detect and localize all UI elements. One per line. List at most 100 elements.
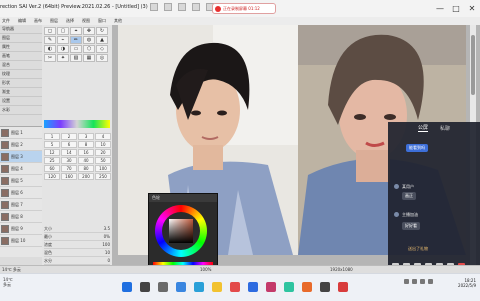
brush-size-button[interactable]: 20	[95, 149, 111, 156]
menu-layer[interactable]: 图层	[50, 18, 58, 24]
tool-button[interactable]: ✦	[57, 54, 69, 62]
brush-size-button[interactable]: 50	[95, 157, 111, 164]
brush-size-button[interactable]: 10	[95, 141, 111, 148]
chat-app-icon[interactable]	[284, 282, 294, 292]
scroll-thumb[interactable]	[471, 35, 475, 95]
tool-button[interactable]: ◎	[96, 54, 108, 62]
panel-row[interactable]: 设置	[0, 97, 42, 106]
brush-size-button[interactable]: 6	[61, 141, 77, 148]
menu-select[interactable]: 选择	[66, 18, 74, 24]
tool-button[interactable]: ✂	[44, 54, 56, 62]
panel-row[interactable]: 属性	[0, 43, 42, 52]
minimize-button[interactable]: —	[432, 0, 448, 17]
brush-size-button[interactable]: 120	[44, 173, 60, 180]
tool-button[interactable]: ⌁	[57, 36, 69, 44]
menu-canvas[interactable]: 画布	[34, 18, 42, 24]
browser-icon[interactable]	[194, 282, 204, 292]
tool-button[interactable]: ✎	[44, 36, 56, 44]
tool-button[interactable]: ◍	[83, 36, 95, 44]
zoom-icon[interactable]	[178, 3, 186, 11]
layer-row[interactable]: 图层 2	[0, 139, 42, 151]
menu-edit[interactable]: 编辑	[18, 18, 26, 24]
layer-row[interactable]: 图层 1	[0, 127, 42, 139]
weather-widget[interactable]: 14℃ 多云	[3, 277, 33, 297]
tab-public[interactable]: 公屏	[417, 124, 428, 132]
panel-row[interactable]: 混合	[0, 61, 42, 70]
live-app-icon[interactable]	[320, 282, 330, 292]
tool-prop-row[interactable]: 最小 0%	[44, 233, 110, 241]
start-icon[interactable]	[122, 282, 132, 292]
layer-row[interactable]: 图层 6	[0, 187, 42, 199]
battery-icon[interactable]	[428, 279, 433, 284]
tool-prop-row[interactable]: 水分 0	[44, 257, 110, 265]
menu-view[interactable]: 视图	[82, 18, 90, 24]
layer-row[interactable]: 图层 8	[0, 211, 42, 223]
panel-row[interactable]: 渐变	[0, 88, 42, 97]
panel-row[interactable]: 形状	[0, 79, 42, 88]
brush-size-button[interactable]: 4	[95, 133, 111, 140]
tool-prop-row[interactable]: 混色 10	[44, 249, 110, 257]
tool-button[interactable]: ◻	[44, 27, 56, 35]
maximize-button[interactable]: □	[448, 0, 464, 17]
tool-button[interactable]: ✥	[83, 27, 95, 35]
brush-size-button[interactable]: 14	[61, 149, 77, 156]
brush-size-button[interactable]: 200	[78, 173, 94, 180]
layer-row[interactable]: 图层 4	[0, 163, 42, 175]
brush-size-button[interactable]: 1	[44, 133, 60, 140]
menu-file[interactable]: 文件	[2, 18, 10, 24]
volume-icon[interactable]	[420, 279, 425, 284]
tool-prop-row[interactable]: 浓度 100	[44, 241, 110, 249]
brush-size-button[interactable]: 30	[61, 157, 77, 164]
folder-icon[interactable]	[212, 282, 222, 292]
tool-button[interactable]: ▦	[83, 54, 95, 62]
brush-size-button[interactable]: 12	[44, 149, 60, 156]
tab-private[interactable]: 私聊	[440, 125, 450, 132]
chevron-up-icon[interactable]	[404, 279, 409, 284]
wifi-icon[interactable]	[412, 279, 417, 284]
recording-indicator[interactable]: 正在录制屏幕 01:12	[212, 3, 276, 14]
tool-prop-row[interactable]: 大小 3.5	[44, 225, 110, 233]
sai-icon[interactable]	[266, 282, 276, 292]
layer-row[interactable]: 图层 9	[0, 223, 42, 235]
recorder-icon[interactable]	[302, 282, 312, 292]
layer-row[interactable]: 图层 3	[0, 151, 42, 163]
undo-icon[interactable]	[150, 3, 158, 11]
brush-size-button[interactable]: 40	[78, 157, 94, 164]
app-icon[interactable]	[230, 282, 240, 292]
tool-button[interactable]: ↻	[96, 27, 108, 35]
layer-row[interactable]: 图层 10	[0, 235, 42, 247]
saturation-value-square[interactable]	[169, 219, 193, 243]
tool-button[interactable]: ✏	[70, 36, 82, 44]
panel-row[interactable]: 纹理	[0, 70, 42, 79]
menu-other[interactable]: 其他	[114, 18, 122, 24]
brush-size-button[interactable]: 100	[95, 165, 111, 172]
tool-button[interactable]: ▲	[96, 36, 108, 44]
brush-size-button[interactable]: 2	[61, 133, 77, 140]
brush-size-button[interactable]: 80	[78, 165, 94, 172]
store-icon[interactable]	[248, 282, 258, 292]
brush-size-button[interactable]: 16	[78, 149, 94, 156]
color-swatch-bar[interactable]	[44, 120, 110, 128]
layer-row[interactable]: 图层 7	[0, 199, 42, 211]
clock[interactable]: 18:21 2022/5/9	[446, 278, 476, 288]
rotate-icon[interactable]	[192, 3, 200, 11]
close-button[interactable]: ✕	[464, 0, 480, 17]
panel-row[interactable]: 水彩	[0, 106, 42, 115]
tool-button[interactable]: ▢	[57, 27, 69, 35]
brush-size-button[interactable]: 5	[44, 141, 60, 148]
search-icon[interactable]	[140, 282, 150, 292]
panel-row[interactable]: 图层	[0, 34, 42, 43]
tool-button[interactable]: ▧	[70, 54, 82, 62]
tool-button[interactable]: ▭	[70, 45, 82, 53]
task-view-icon[interactable]	[158, 282, 168, 292]
tool-button[interactable]: ◇	[96, 45, 108, 53]
brush-size-button[interactable]: 25	[44, 157, 60, 164]
video-app-icon[interactable]	[338, 282, 348, 292]
redo-icon[interactable]	[164, 3, 172, 11]
brush-size-button[interactable]: 3	[78, 133, 94, 140]
widgets-icon[interactable]	[176, 282, 186, 292]
tool-button[interactable]: ⌖	[70, 27, 82, 35]
panel-row[interactable]: 导航器	[0, 25, 42, 34]
menu-window[interactable]: 窗口	[98, 18, 106, 24]
panel-row[interactable]: 画笔	[0, 52, 42, 61]
